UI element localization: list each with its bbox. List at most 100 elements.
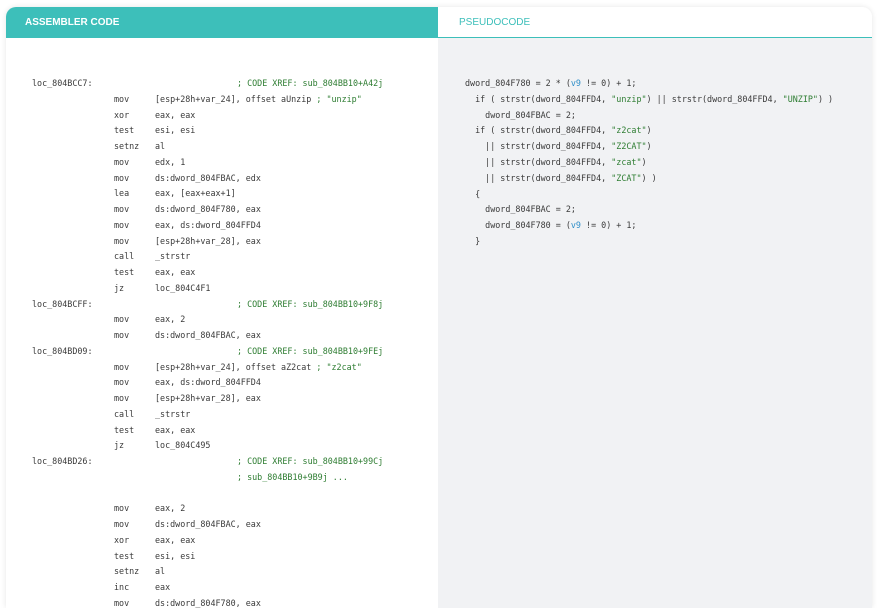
asm-operands: eax bbox=[155, 580, 170, 594]
asm-operand-text: [esp+28h+var_24], offset aZ2cat bbox=[155, 361, 312, 372]
asm-operands: al bbox=[155, 564, 165, 578]
asm-operand-text: eax, eax bbox=[155, 534, 196, 545]
asm-line: mov ds:dword_804FBAC, eax bbox=[6, 517, 438, 531]
asm-line: inc eax bbox=[6, 580, 438, 594]
asm-mnemonic: mov bbox=[114, 235, 130, 246]
code-token: } bbox=[465, 236, 481, 246]
asm-operand-text: ds:dword_804F780, eax bbox=[155, 204, 261, 214]
pseudocode-line: { bbox=[465, 187, 480, 201]
code-token: ) || strstr(dword_804FFD4, bbox=[646, 93, 783, 104]
asm-mnemonic: lea bbox=[114, 188, 130, 199]
pseudocode-line: dword_804FBAC = 2; bbox=[465, 202, 576, 216]
asm-operands: edx, 1 bbox=[155, 155, 185, 169]
asm-line: mov eax, ds:dword_804FFD4 bbox=[6, 375, 438, 389]
asm-comment: ; "z2cat" bbox=[311, 361, 362, 372]
asm-operands: eax, eax bbox=[155, 108, 195, 122]
asm-operand-text: _strstr bbox=[155, 251, 191, 262]
asm-operand-text: [esp+28h+var_28], eax bbox=[155, 393, 261, 403]
asm-mnemonic: call bbox=[114, 251, 135, 262]
code-token: || strstr(dword_804FFD4, bbox=[465, 157, 612, 167]
asm-comment: ; sub_804BB10+9B9j ... bbox=[237, 471, 348, 482]
asm-mnemonic: mov bbox=[114, 393, 130, 403]
asm-operands: esi, esi bbox=[155, 123, 195, 137]
asm-line: mov edx, 1 bbox=[6, 155, 438, 169]
asm-label: loc_804BD09: bbox=[32, 345, 93, 356]
asm-operand-text: edx, 1 bbox=[155, 156, 186, 167]
asm-operands: ds:dword_804FBAC, eax bbox=[155, 328, 261, 342]
asm-mnemonic: jz bbox=[114, 440, 125, 451]
asm-operands: [esp+28h+var_28], eax bbox=[155, 391, 261, 405]
pseudocode-line: } bbox=[465, 234, 480, 248]
asm-mnemonic: mov bbox=[114, 204, 130, 214]
asm-operand-text: al bbox=[155, 141, 166, 151]
asm-mnemonic: test bbox=[114, 125, 135, 136]
asm-mnemonic: call bbox=[114, 408, 135, 419]
asm-operands: ds:dword_804FBAC, eax bbox=[155, 517, 261, 531]
asm-operand-text: eax bbox=[155, 582, 171, 592]
asm-operand-text: al bbox=[155, 566, 166, 577]
asm-operands: ds:dword_804F780, eax bbox=[155, 596, 261, 608]
asm-comment: ; CODE XREF: sub_804BB10+99Cj bbox=[237, 456, 384, 466]
asm-operand-text: ds:dword_804FBAC, eax bbox=[155, 519, 261, 529]
asm-mnemonic: mov bbox=[114, 172, 130, 183]
asm-operands: _strstr bbox=[155, 407, 190, 421]
asm-line: ; sub_804BB10+9B9j ... bbox=[6, 470, 438, 484]
variable-token: v9 bbox=[570, 78, 581, 88]
asm-operand-text: eax, eax bbox=[155, 267, 196, 277]
pseudocode-line: dword_804F780 = (v9 != 0) + 1; bbox=[465, 218, 636, 232]
asm-line: mov eax, 2 bbox=[6, 312, 438, 326]
asm-line: mov ds:dword_804FBAC, edx bbox=[6, 171, 438, 185]
code-token: || strstr(dword_804FFD4, bbox=[465, 141, 612, 152]
asm-comment: ; CODE XREF: sub_804BB10+9F8j bbox=[237, 298, 384, 309]
asm-line: call _strstr bbox=[6, 249, 438, 263]
asm-operand-text: esi, esi bbox=[155, 125, 196, 136]
asm-operand-text: eax, [eax+eax+1] bbox=[155, 188, 236, 199]
string-literal: "zcat" bbox=[611, 157, 642, 167]
pseudocode-panel: dword_804F780 = 2 * (v9 != 0) + 1; if ( … bbox=[438, 38, 872, 608]
code-token: != 0) + 1; bbox=[580, 220, 637, 231]
asm-mnemonic: mov bbox=[114, 503, 130, 514]
code-token: ) ) bbox=[817, 93, 834, 104]
asm-operands: eax, eax bbox=[155, 265, 195, 279]
code-token: || strstr(dword_804FFD4, bbox=[465, 172, 612, 183]
string-literal: "z2cat" bbox=[611, 125, 647, 136]
tab-assembler-code[interactable]: ASSEMBLER CODE bbox=[6, 7, 438, 38]
asm-operands: _strstr bbox=[155, 249, 190, 263]
pseudocode-line: dword_804F780 = 2 * (v9 != 0) + 1; bbox=[465, 76, 636, 90]
asm-mnemonic: mov bbox=[114, 597, 130, 608]
asm-operand-text: ds:dword_804FBAC, eax bbox=[155, 330, 261, 340]
asm-operand-text: ds:dword_804FBAC, edx bbox=[155, 172, 261, 183]
asm-operands: eax, [eax+eax+1] bbox=[155, 186, 236, 200]
asm-line: loc_804BD26: ; CODE XREF: sub_804BB10+99C… bbox=[6, 454, 438, 468]
asm-line: jz loc_804C4F1 bbox=[6, 281, 438, 295]
asm-operands: eax, ds:dword_804FFD4 bbox=[155, 218, 261, 232]
asm-mnemonic: test bbox=[114, 267, 135, 277]
asm-mnemonic: xor bbox=[114, 109, 130, 120]
asm-line: call _strstr bbox=[6, 407, 438, 421]
asm-operands: loc_804C4F1 bbox=[155, 281, 210, 295]
asm-operand-text: eax, 2 bbox=[155, 314, 186, 325]
code-token: ) ) bbox=[641, 172, 657, 183]
pseudocode-line: if ( strstr(dword_804FFD4, "unzip") || s… bbox=[465, 92, 833, 106]
asm-line: mov [esp+28h+var_24], offset aUnzip ; "un… bbox=[6, 92, 438, 106]
code-token: dword_804F780 = 2 * ( bbox=[465, 78, 571, 88]
tab-pseudocode[interactable]: PSEUDOCODE bbox=[438, 7, 872, 38]
asm-line: mov [esp+28h+var_24], offset aZ2cat ; "z2… bbox=[6, 360, 438, 374]
asm-line: loc_804BCFF: ; CODE XREF: sub_804BB10+9F8… bbox=[6, 297, 438, 311]
asm-line: mov ds:dword_804FBAC, eax bbox=[6, 328, 438, 342]
asm-operands: eax, ds:dword_804FFD4 bbox=[155, 375, 261, 389]
asm-mnemonic: mov bbox=[114, 377, 130, 388]
asm-comment: ; CODE XREF: sub_804BB10+9FEj bbox=[237, 345, 384, 356]
asm-line: mov eax, ds:dword_804FFD4 bbox=[6, 218, 438, 232]
asm-line bbox=[6, 486, 438, 500]
asm-operands: eax, 2 bbox=[155, 312, 185, 326]
asm-mnemonic: mov bbox=[114, 330, 130, 340]
asm-line: xor eax, eax bbox=[6, 108, 438, 122]
code-comparison-card: ASSEMBLER CODE PSEUDOCODE loc_804BCC7: ; … bbox=[6, 7, 872, 608]
asm-operands: [esp+28h+var_24], offset aZ2cat ; "z2cat… bbox=[155, 360, 362, 374]
asm-operand-text: [esp+28h+var_24], offset aUnzip bbox=[155, 93, 312, 104]
asm-line: test esi, esi bbox=[6, 123, 438, 137]
code-token: if ( strstr(dword_804FFD4, bbox=[465, 93, 612, 104]
asm-mnemonic: inc bbox=[114, 582, 130, 592]
asm-operands: eax, 2 bbox=[155, 501, 185, 515]
